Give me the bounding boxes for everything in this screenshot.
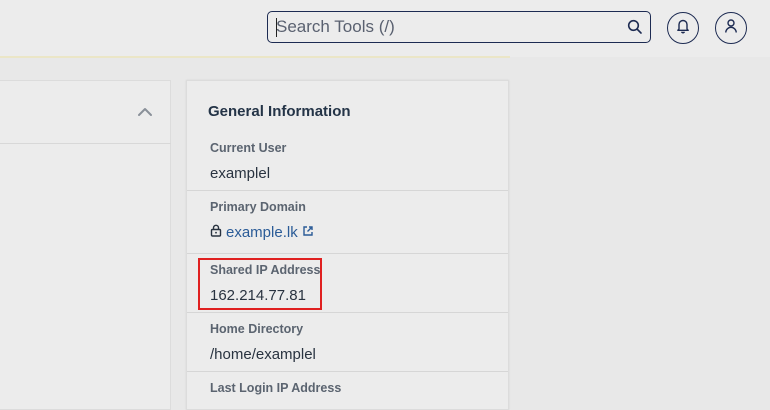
row-divider xyxy=(187,253,508,254)
row-label: Primary Domain xyxy=(210,200,306,214)
row-label: Current User xyxy=(210,141,287,155)
account-button[interactable] xyxy=(715,12,747,44)
domain-text[interactable]: example.lk xyxy=(226,224,298,241)
text-caret xyxy=(276,18,277,37)
lock-icon xyxy=(210,224,222,241)
highlight-box xyxy=(198,258,322,310)
top-bar xyxy=(0,0,770,57)
row-value: examplel xyxy=(210,165,271,182)
row-divider xyxy=(187,371,508,372)
general-information-panel: General Information Current User example… xyxy=(186,80,509,410)
primary-domain-link[interactable]: example.lk xyxy=(210,224,314,241)
left-panel xyxy=(0,80,171,410)
search-box[interactable] xyxy=(267,11,651,43)
row-label: Last Login IP Address xyxy=(210,381,342,395)
row-divider xyxy=(187,190,508,191)
row-value: /home/examplel xyxy=(210,346,316,363)
search-icon[interactable] xyxy=(620,12,650,42)
row-divider xyxy=(187,312,508,313)
panel-title: General Information xyxy=(208,103,351,120)
bell-icon xyxy=(676,18,690,39)
external-link-icon[interactable] xyxy=(302,224,314,241)
left-panel-divider xyxy=(0,143,171,144)
user-icon xyxy=(724,18,738,39)
chevron-up-icon[interactable] xyxy=(137,105,153,117)
notifications-button[interactable] xyxy=(667,12,699,44)
search-input[interactable] xyxy=(268,12,620,42)
row-label: Home Directory xyxy=(210,322,304,336)
top-bar-accent-line xyxy=(0,56,510,58)
